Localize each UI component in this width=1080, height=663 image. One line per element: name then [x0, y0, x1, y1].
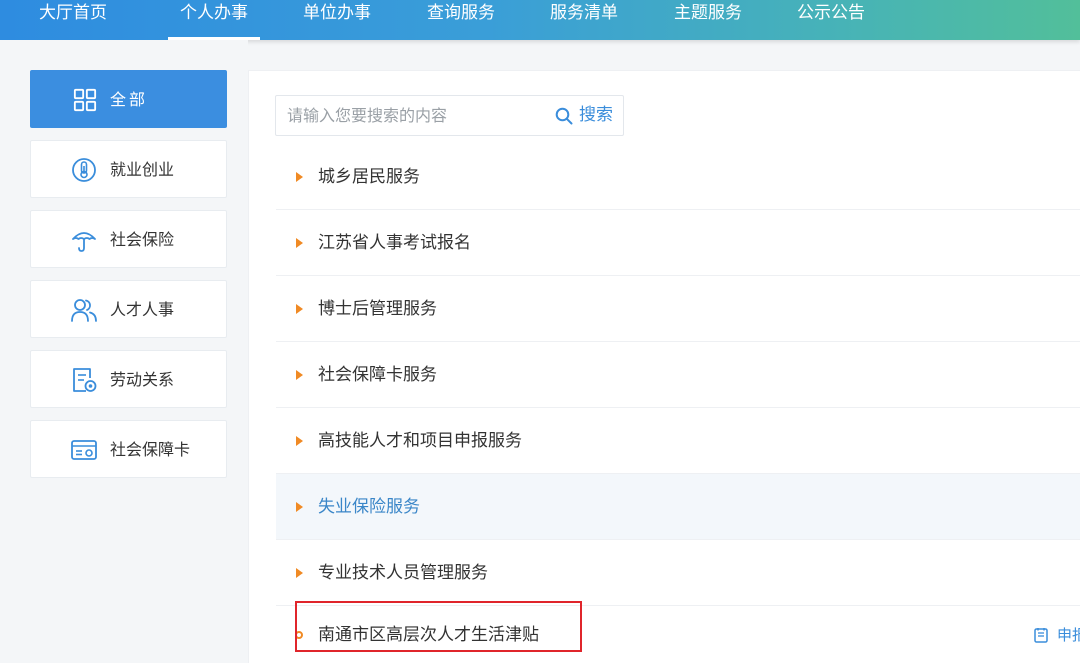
sidebar-item-label: 人才人事 — [110, 300, 175, 319]
sidebar-item-label: 社会保障卡 — [110, 440, 191, 459]
top-nav: 大厅首页 个人办事 单位办事 查询服务 服务清单 主题服务 公示公告 — [0, 0, 1080, 40]
category-label: 城乡居民服务 — [318, 167, 420, 187]
search-icon — [555, 107, 573, 125]
grid-icon — [73, 88, 97, 112]
expand-arrow-icon — [296, 238, 303, 248]
category-row-highlighted[interactable]: 失业保险服务 — [276, 474, 1080, 540]
sidebar-item-social-security-card[interactable]: 社会保障卡 — [30, 420, 227, 478]
search-button[interactable]: 搜索 — [555, 96, 613, 135]
people-icon — [71, 299, 97, 322]
document-icon — [73, 368, 97, 392]
umbrella-icon — [72, 232, 96, 252]
category-label: 高技能人才和项目申报服务 — [318, 431, 522, 451]
category-row[interactable]: 城乡居民服务 — [276, 144, 1080, 210]
nav-item-theme[interactable]: 主题服务 — [674, 0, 742, 40]
expand-arrow-icon — [296, 370, 303, 380]
nav-item-service-list[interactable]: 服务清单 — [550, 0, 618, 40]
highlight-box — [295, 601, 582, 652]
category-label: 失业保险服务 — [318, 497, 420, 517]
expand-arrow-icon — [296, 568, 303, 578]
expand-arrow-icon — [296, 172, 303, 182]
category-label: 江苏省人事考试报名 — [318, 233, 471, 253]
sidebar-item-label: 劳动关系 — [110, 370, 175, 389]
form-icon — [1034, 628, 1048, 643]
expand-arrow-icon — [296, 304, 303, 314]
sidebar-item-label: 就业创业 — [110, 160, 175, 179]
sidebar-item-talent[interactable]: 人才人事 — [30, 280, 227, 338]
thermometer-icon — [72, 158, 96, 182]
category-row[interactable]: 专业技术人员管理服务 — [276, 540, 1080, 606]
category-row[interactable]: 江苏省人事考试报名 — [276, 210, 1080, 276]
nav-item-query[interactable]: 查询服务 — [427, 0, 495, 40]
sidebar-item-label: 社会保险 — [110, 230, 175, 249]
page: 大厅首页 个人办事 单位办事 查询服务 服务清单 主题服务 公示公告 全部 就业… — [0, 0, 1080, 663]
category-label: 专业技术人员管理服务 — [318, 563, 488, 583]
search-box: 请输入您要搜索的内容 搜索 — [275, 95, 624, 136]
nav-item-organization[interactable]: 单位办事 — [303, 0, 371, 40]
category-label: 博士后管理服务 — [318, 299, 437, 319]
category-label: 社会保障卡服务 — [318, 365, 437, 385]
sidebar: 全部 就业创业 社会保险 人才人事 劳动关系 社会保障卡 — [0, 40, 248, 663]
sidebar-item-all[interactable]: 全部 — [30, 70, 227, 128]
search-button-label: 搜索 — [579, 105, 613, 125]
sidebar-item-employment[interactable]: 就业创业 — [30, 140, 227, 198]
card-icon — [71, 440, 97, 460]
category-row[interactable]: 社会保障卡服务 — [276, 342, 1080, 408]
sidebar-item-label: 全部 — [110, 90, 149, 109]
nav-item-announcements[interactable]: 公示公告 — [797, 0, 865, 40]
sidebar-item-social-insurance[interactable]: 社会保险 — [30, 210, 227, 268]
expand-arrow-icon — [296, 436, 303, 446]
search-input[interactable]: 请输入您要搜索的内容 — [287, 96, 447, 135]
category-row[interactable]: 高技能人才和项目申报服务 — [276, 408, 1080, 474]
sub-item-row: 南通市区高层次人才生活津贴 申报 — [276, 601, 1080, 663]
main-panel: 请输入您要搜索的内容 搜索 城乡居民服务 江苏省人事考试报名 博士后管理服务 社… — [248, 70, 1080, 663]
nav-item-personal[interactable]: 个人办事 — [168, 0, 260, 40]
sidebar-item-labor-relations[interactable]: 劳动关系 — [30, 350, 227, 408]
nav-item-home[interactable]: 大厅首页 — [39, 0, 107, 40]
apply-button-label: 申报 — [1057, 626, 1080, 644]
category-row[interactable]: 博士后管理服务 — [276, 276, 1080, 342]
expand-arrow-icon — [296, 502, 303, 512]
